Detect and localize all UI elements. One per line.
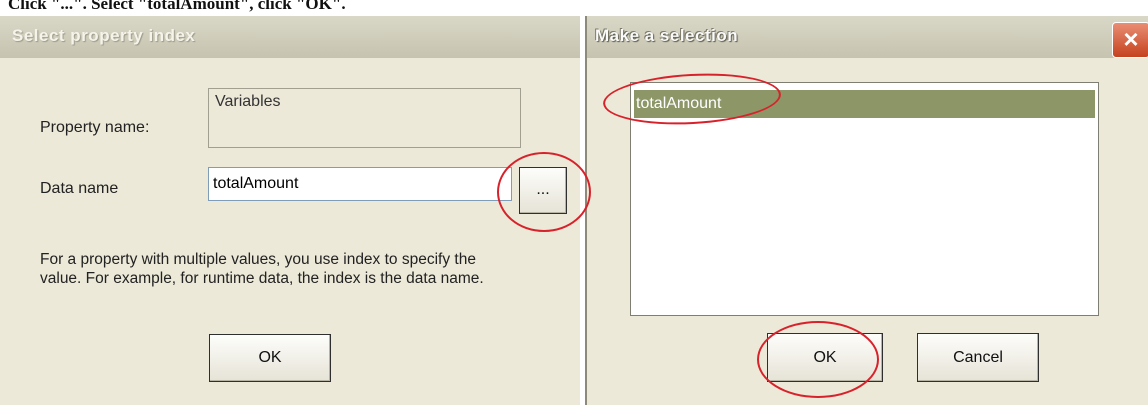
property-name-field: Variables	[208, 88, 521, 148]
property-name-label: Property name:	[40, 119, 150, 136]
title-bar[interactable]: Make a selection ×	[587, 16, 1148, 58]
browse-highlight-circle	[497, 152, 591, 232]
instruction-caption: Click "...". Select "totalAmount", click…	[8, 0, 346, 13]
data-name-input[interactable]: totalAmount	[208, 167, 512, 201]
dialog-title: Select property index	[12, 26, 196, 45]
dialog-title: Make a selection	[595, 26, 739, 45]
help-text: For a property with multiple values, you…	[40, 251, 484, 287]
select-property-index-dialog: Select property index Property name: Var…	[0, 16, 580, 405]
title-bar[interactable]: Select property index	[0, 16, 580, 58]
data-name-label: Data name	[40, 180, 119, 197]
ok-button[interactable]: OK	[209, 334, 331, 382]
ok-highlight-circle	[757, 321, 879, 398]
cancel-button[interactable]: Cancel	[917, 333, 1039, 382]
close-icon[interactable]: ×	[1112, 22, 1148, 58]
